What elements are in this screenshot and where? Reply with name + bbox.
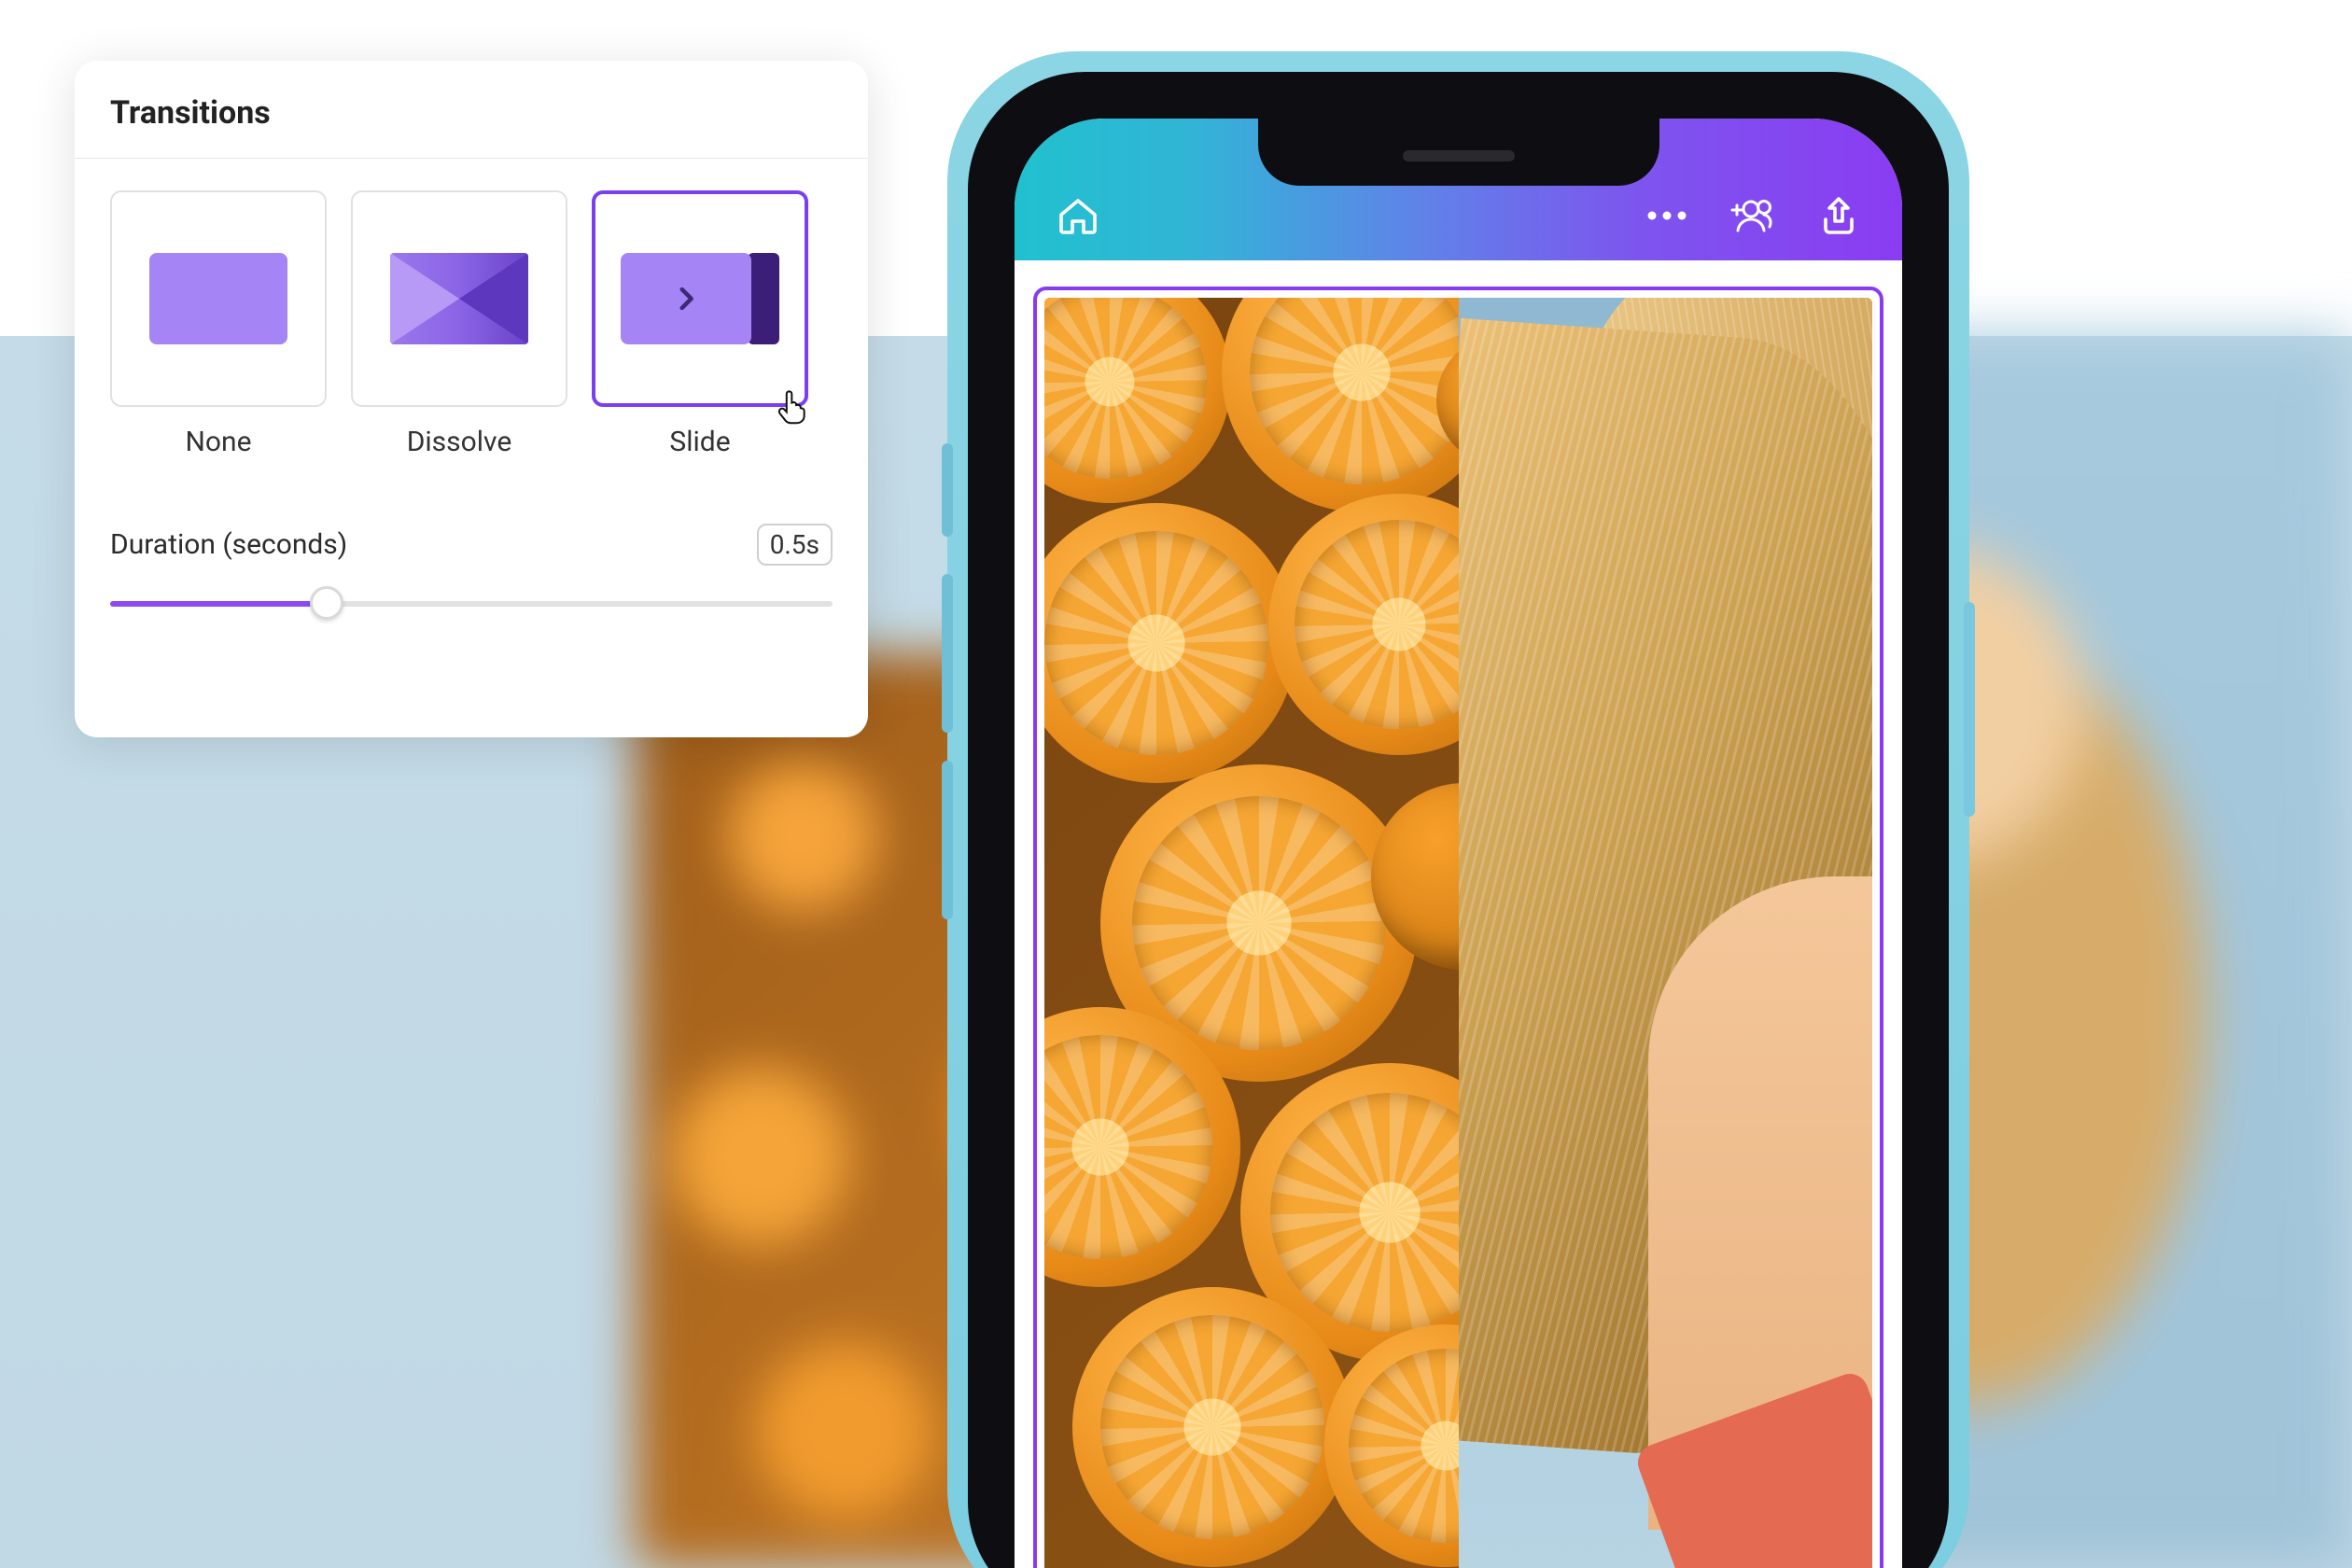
panel-divider: [75, 158, 868, 159]
phone-speaker: [1403, 150, 1515, 161]
duration-slider[interactable]: [110, 586, 833, 620]
transition-option-slide[interactable]: Slide: [592, 190, 808, 458]
duration-label: Duration (seconds): [110, 528, 347, 561]
slider-fill: [110, 601, 327, 607]
share-icon: [1816, 193, 1861, 238]
transition-options: None Dissolve Slide: [110, 190, 833, 458]
transition-option-dissolve[interactable]: Dissolve: [351, 190, 567, 458]
phone-volume-up: [942, 574, 953, 733]
more-icon: [1645, 208, 1689, 223]
canvas-inner: [1044, 298, 1872, 1568]
transitions-panel: Transitions None Dissolve: [75, 61, 868, 737]
none-icon: [149, 253, 287, 344]
slider-thumb[interactable]: [310, 586, 343, 620]
duration-value-input[interactable]: 0.5s: [757, 524, 833, 566]
transition-label: Slide: [592, 426, 808, 458]
invite-button[interactable]: [1727, 193, 1779, 238]
phone-screen: [1015, 119, 1902, 1568]
design-canvas[interactable]: [1033, 287, 1883, 1568]
phone-power-button: [1964, 602, 1975, 817]
slide-icon: [621, 253, 779, 344]
home-icon: [1056, 193, 1100, 238]
more-button[interactable]: [1645, 208, 1689, 223]
phone-body: [968, 72, 1949, 1568]
transition-thumb-slide[interactable]: [592, 190, 808, 407]
phone-volume-down: [942, 761, 953, 919]
phone-mockup: [947, 51, 1969, 1568]
clip-oranges[interactable]: [1044, 298, 1459, 1568]
transition-label: Dissolve: [351, 426, 567, 458]
transition-label: None: [110, 426, 327, 458]
clip-portrait[interactable]: [1459, 298, 1873, 1568]
phone-side-button: [942, 443, 953, 537]
share-button[interactable]: [1816, 193, 1861, 238]
transition-thumb-none[interactable]: [110, 190, 327, 407]
panel-title: Transitions: [110, 94, 833, 132]
chevron-right-icon: [670, 283, 702, 315]
home-button[interactable]: [1056, 193, 1100, 238]
phone-notch: [1258, 119, 1659, 186]
dissolve-icon: [390, 253, 528, 344]
stage: Transitions None Dissolve: [0, 0, 2352, 1568]
transition-thumb-dissolve[interactable]: [351, 190, 567, 407]
transition-option-none[interactable]: None: [110, 190, 327, 458]
duration-row: Duration (seconds) 0.5s: [110, 524, 833, 566]
add-people-icon: [1727, 193, 1779, 238]
